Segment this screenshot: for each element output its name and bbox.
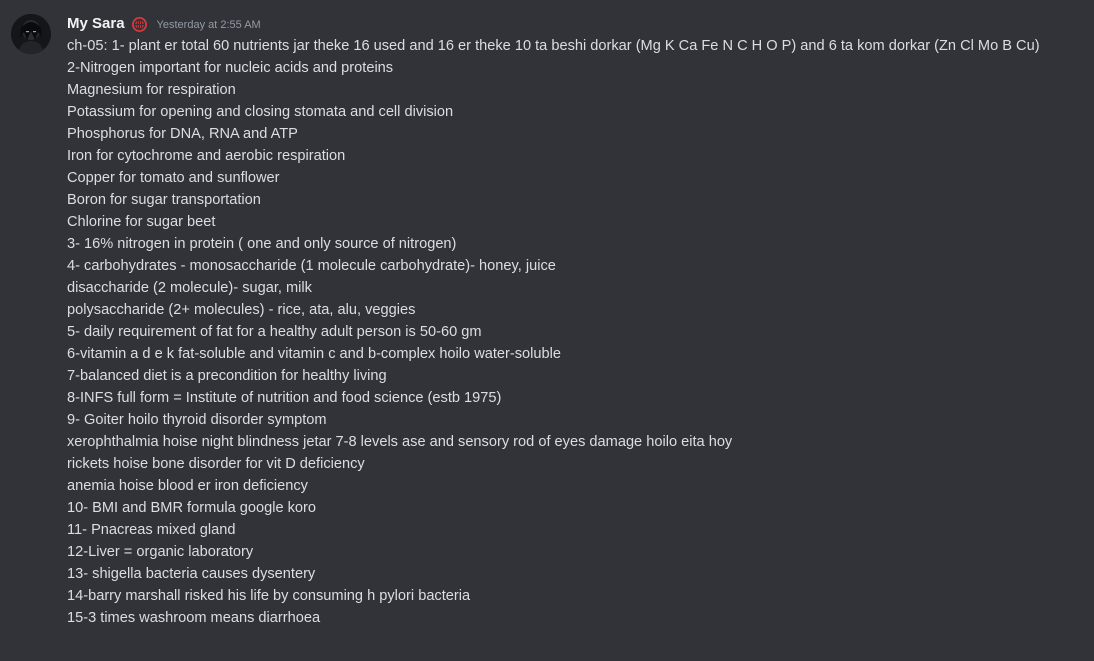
message-line: ch-05: 1- plant er total 60 nutrients ja… bbox=[67, 38, 1040, 54]
message-line: 8-INFS full form = Institute of nutritio… bbox=[67, 390, 502, 406]
message-line: disaccharide (2 molecule)- sugar, milk bbox=[67, 280, 312, 296]
message-line: 15-3 times washroom means diarrhoea bbox=[67, 610, 321, 626]
message-line: 7-balanced diet is a precondition for he… bbox=[67, 368, 387, 384]
message-line: Magnesium for respiration bbox=[67, 82, 236, 98]
message-content: ch-05: 1- plant er total 60 nutrients ja… bbox=[67, 35, 1057, 629]
message-line: 11- Pnacreas mixed gland bbox=[67, 522, 236, 538]
avatar[interactable] bbox=[11, 14, 51, 54]
message-line: 9- Goiter hoilo thyroid disorder symptom bbox=[67, 412, 327, 428]
message-line: Chlorine for sugar beet bbox=[67, 214, 216, 230]
message-line: Copper for tomato and sunflower bbox=[67, 170, 280, 186]
globe-badge-icon[interactable] bbox=[131, 16, 148, 33]
message-line: Potassium for opening and closing stomat… bbox=[67, 104, 454, 120]
message-line: 12-Liver = organic laboratory bbox=[67, 544, 254, 560]
message-line: 6-vitamin a d e k fat-soluble and vitami… bbox=[67, 346, 561, 362]
message-line: 2-Nitrogen important for nucleic acids a… bbox=[67, 60, 394, 76]
message-line: Phosphorus for DNA, RNA and ATP bbox=[67, 126, 298, 142]
message-line: 10- BMI and BMR formula google koro bbox=[67, 500, 317, 516]
message-line: 4- carbohydrates - monosaccharide (1 mol… bbox=[67, 258, 556, 274]
message-line: 14-barry marshall risked his life by con… bbox=[67, 588, 471, 604]
message-line: 3- 16% nitrogen in protein ( one and onl… bbox=[67, 236, 457, 252]
message-line: Iron for cytochrome and aerobic respirat… bbox=[67, 148, 346, 164]
message-line: 5- daily requirement of fat for a health… bbox=[67, 324, 482, 340]
message-timestamp[interactable]: Yesterday at 2:55 AM bbox=[157, 15, 261, 35]
message-header: My Sara Yesterday at 2:55 AM bbox=[67, 14, 261, 34]
message-line: rickets hoise bone disorder for vit D de… bbox=[67, 456, 365, 472]
message-line: xerophthalmia hoise night blindness jeta… bbox=[67, 434, 733, 450]
message-line: 13- shigella bacteria causes dysentery bbox=[67, 566, 316, 582]
message-line: Boron for sugar transportation bbox=[67, 192, 261, 208]
chat-message: My Sara Yesterday at 2:55 AM ch-05: 1- p… bbox=[0, 0, 1094, 661]
message-line: anemia hoise blood er iron deficiency bbox=[67, 478, 308, 494]
username[interactable]: My Sara bbox=[67, 14, 125, 34]
message-line: polysaccharide (2+ molecules) - rice, at… bbox=[67, 302, 416, 318]
